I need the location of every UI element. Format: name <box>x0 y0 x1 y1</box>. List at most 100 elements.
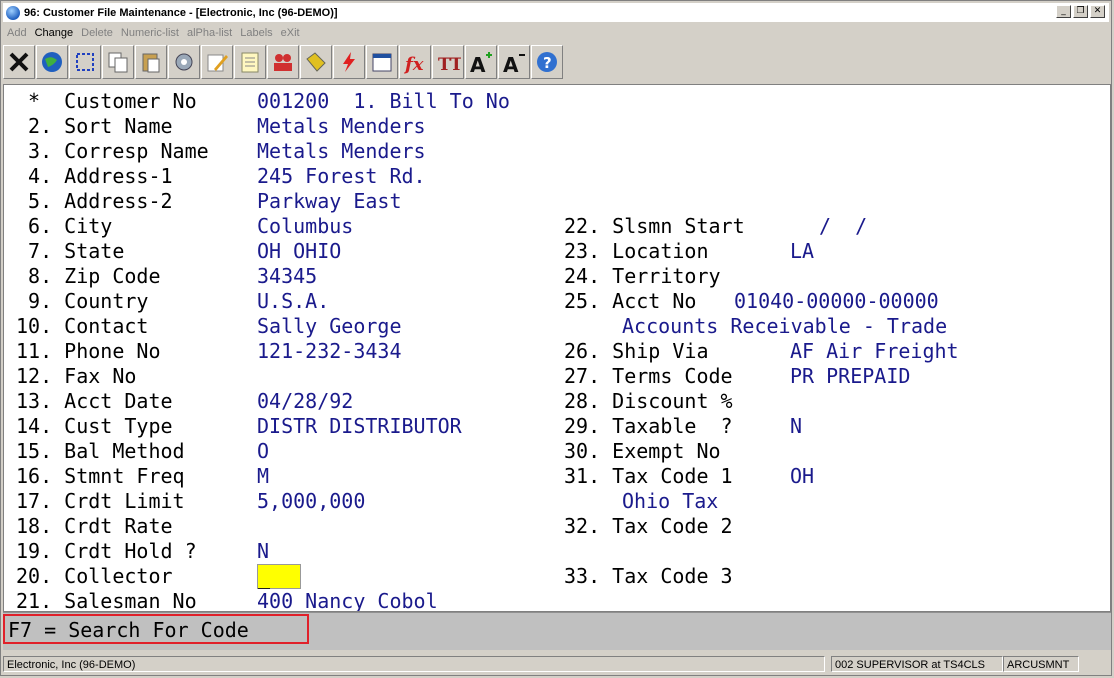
menu-bar: Add Change Delete Numeric-list alPha-list Lab… <box>3 24 304 41</box>
tag-button[interactable] <box>300 45 332 79</box>
field-right-14-row: 33. Tax Code 3 <box>4 564 1104 589</box>
restore-button[interactable]: ❐ <box>1073 5 1088 18</box>
menu-delete[interactable]: Delete <box>77 27 117 39</box>
field-3-value[interactable]: Metals Menders <box>257 139 426 164</box>
function-key-hint: F7 = Search For Code <box>3 614 309 644</box>
paste-button[interactable] <box>135 45 167 79</box>
field-right-8-label: 28. Discount % <box>564 389 733 413</box>
menu-exit[interactable]: eXit <box>277 27 304 39</box>
field-21-value[interactable]: 400 Nancy Cobol <box>257 589 438 611</box>
copy-icon <box>108 52 128 73</box>
globe-icon <box>42 52 62 72</box>
field-right-7-label: 27. Terms Code <box>564 364 733 388</box>
minimize-button[interactable]: _ <box>1056 5 1071 18</box>
settings-gear-button[interactable] <box>168 45 200 79</box>
field-4-label: 4. Address-1 <box>16 164 173 188</box>
help-button[interactable]: ? <box>531 45 563 79</box>
paste-icon <box>142 53 160 73</box>
field-2-row: 2. Sort Name Metals Menders <box>4 114 1104 139</box>
field-3-label: 3. Corresp Name <box>16 139 209 163</box>
field-right-9-label: 29. Taxable ? <box>564 414 733 438</box>
title-bar: 96: Customer File Maintenance - [Electro… <box>3 3 1109 22</box>
field-right-6-value[interactable]: AF Air Freight <box>790 339 959 364</box>
field-1-row: * Customer No 001200 1. Bill To No <box>4 89 1104 114</box>
field-right-6-row: 26. Ship Via AF Air Freight <box>4 339 1104 364</box>
field-right-2-label: 23. Location <box>564 239 709 263</box>
menu-add[interactable]: Add <box>3 27 31 39</box>
copy-button[interactable] <box>102 45 134 79</box>
field-4-value[interactable]: 245 Forest Rd. <box>257 164 426 189</box>
field-right-11-value[interactable]: OH <box>790 464 814 489</box>
field-right-8-row: 28. Discount % <box>4 389 1104 414</box>
field-right-4-value[interactable]: 01040-00000-00000 <box>734 289 939 314</box>
menu-alpha-list[interactable]: alPha-list <box>183 27 236 39</box>
field-right-9-value[interactable]: N <box>790 414 802 439</box>
field-right-2-value[interactable]: LA <box>790 239 814 264</box>
field-19-value[interactable]: N <box>257 539 269 564</box>
window-controls: _ ❐ ✕ <box>1056 5 1105 18</box>
svg-text:?: ? <box>543 54 552 72</box>
notepad-button[interactable] <box>234 45 266 79</box>
field-2-label: 2. Sort Name <box>16 114 173 138</box>
menu-numeric-list[interactable]: Numeric-list <box>117 27 183 39</box>
users-icon <box>274 54 292 71</box>
field-3-row: 3. Corresp Name Metals Menders <box>4 139 1104 164</box>
status-program: ARCUSMNT <box>1003 656 1079 672</box>
hint-bar: F7 = Search For Code <box>3 612 1111 650</box>
field-5-row: 5. Address-2 Parkway East <box>4 189 1104 214</box>
help-icon: ? <box>537 52 557 72</box>
toolbar: fx TT A A? <box>3 42 563 82</box>
field-right-13-row: 32. Tax Code 2 <box>4 514 1104 539</box>
close-x-icon <box>9 52 29 72</box>
terminal-screen: * Customer No 001200 1. Bill To No 2. Sor… <box>3 84 1111 612</box>
svg-text:TT: TT <box>438 55 461 75</box>
field-right-11-label: 31. Tax Code 1 <box>564 464 733 488</box>
app-window: 96: Customer File Maintenance - [Electro… <box>0 0 1112 676</box>
function-icon: fx <box>403 54 424 75</box>
field-right-1-value[interactable]: / / <box>819 214 867 239</box>
calendar-button[interactable] <box>366 45 398 79</box>
field-right-14-label: 33. Tax Code 3 <box>564 564 733 588</box>
close-x-button[interactable] <box>3 45 35 79</box>
lightning-button[interactable] <box>333 45 365 79</box>
svg-text:A: A <box>470 53 486 75</box>
field-19-label: 19. Crdt Hold ? <box>16 539 197 563</box>
field-1-value[interactable]: 001200 1. Bill To No <box>257 89 510 114</box>
globe-button[interactable] <box>36 45 68 79</box>
field-21-label: 21. Salesman No <box>16 589 197 612</box>
svg-text:fx: fx <box>403 54 424 75</box>
font-increase-icon: A <box>470 52 492 75</box>
field-right-12-row: Ohio Tax <box>4 489 1104 514</box>
status-bar: Electronic, Inc (96-DEMO) 002 SUPERVISOR… <box>3 654 1111 674</box>
field-right-2-row: 23. Location LA <box>4 239 1104 264</box>
tag-icon <box>306 52 326 72</box>
text-format-button[interactable]: TT <box>432 45 464 79</box>
font-decrease-button[interactable]: A <box>498 45 530 79</box>
font-increase-button[interactable]: A <box>465 45 497 79</box>
field-right-7-row: 27. Terms Code PR PREPAID <box>4 364 1104 389</box>
field-5-value[interactable]: Parkway East <box>257 189 402 214</box>
users-button[interactable] <box>267 45 299 79</box>
field-2-value[interactable]: Metals Menders <box>257 114 426 139</box>
notepad-icon <box>241 52 259 73</box>
status-user: 002 SUPERVISOR at TS4CLS <box>831 656 1003 672</box>
close-button[interactable]: ✕ <box>1090 5 1105 18</box>
field-right-9-row: 29. Taxable ? N <box>4 414 1104 439</box>
field-right-6-label: 26. Ship Via <box>564 339 709 363</box>
lightning-icon <box>343 52 355 72</box>
field-right-7-value[interactable]: PR PREPAID <box>790 364 910 389</box>
settings-gear-icon <box>175 53 193 71</box>
field-right-5-value[interactable]: Accounts Receivable - Trade <box>622 314 947 339</box>
select-box-button[interactable] <box>69 45 101 79</box>
field-right-12-value[interactable]: Ohio Tax <box>622 489 718 514</box>
edit-pencil-button[interactable] <box>201 45 233 79</box>
field-4-row: 4. Address-1 245 Forest Rd. <box>4 164 1104 189</box>
function-button[interactable]: fx <box>399 45 431 79</box>
menu-labels[interactable]: Labels <box>236 27 276 39</box>
menu-change[interactable]: Change <box>31 27 78 39</box>
field-5-label: 5. Address-2 <box>16 189 173 213</box>
field-right-3-row: 24. Territory <box>4 264 1104 289</box>
field-right-5-row: Accounts Receivable - Trade <box>4 314 1104 339</box>
field-right-11-row: 31. Tax Code 1 OH <box>4 464 1104 489</box>
app-icon <box>6 5 20 20</box>
